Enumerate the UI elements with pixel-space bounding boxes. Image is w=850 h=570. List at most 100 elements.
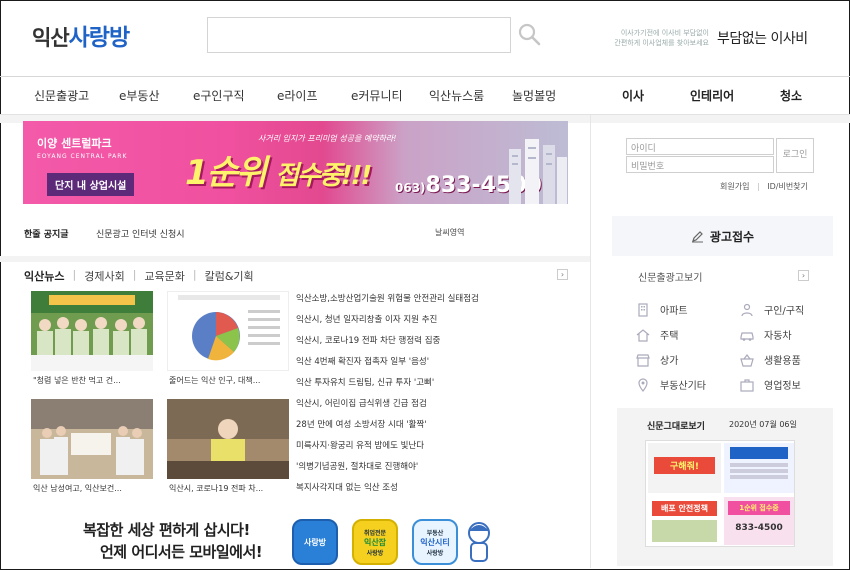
news-thumb-2-caption[interactable]: 줄어드는 익산 인구, 대책... bbox=[169, 375, 260, 386]
app2-main-label: 익산잡 bbox=[363, 537, 387, 547]
paper-block-b bbox=[724, 443, 794, 493]
nav-item-life[interactable]: e라이프 bbox=[277, 87, 318, 104]
headline-6[interactable]: 익산시, 어린이집 급식위생 긴급 점검 bbox=[296, 397, 427, 409]
population-chart-image bbox=[168, 292, 288, 370]
headline-4[interactable]: 익산 4번째 확진자 접촉자 일부 '음성' bbox=[296, 355, 429, 367]
news-thumb-3-caption[interactable]: 익산 남성여고, 익산보건... bbox=[33, 483, 122, 494]
briefcase-icon bbox=[740, 378, 754, 392]
headline-3[interactable]: 익산시, 코로나19 전파 차단 행정력 집중 bbox=[296, 334, 440, 346]
site-logo[interactable]: 익산 사랑방 bbox=[32, 18, 130, 51]
nav-item-interior[interactable]: 인테리어 bbox=[690, 87, 734, 104]
headline-10[interactable]: 복지사각지대 없는 익산 조성 bbox=[296, 481, 398, 493]
nav-item-newspaper-ads[interactable]: 신문출광고 bbox=[34, 87, 89, 104]
banner-brand-en: EOYANG CENTRAL PARK bbox=[37, 153, 128, 160]
nav-item-jobs[interactable]: e구인구직 bbox=[193, 87, 245, 104]
moving-ad-title: 부담없는 이사비 bbox=[717, 31, 808, 47]
category-car[interactable]: 자동차 bbox=[740, 327, 792, 342]
map-pin-icon bbox=[638, 377, 648, 392]
paper-block-c: 배포 안전정책 bbox=[648, 497, 721, 545]
moving-cost-ad[interactable]: 이사가기전에 이사비 부담없이 간편하게 이사업체를 찾아보세요 부담없는 이사… bbox=[613, 16, 833, 60]
school-photo-image bbox=[31, 399, 153, 479]
news-thumb-1[interactable] bbox=[31, 291, 153, 371]
headline-1[interactable]: 익산소방,소방산업기술원 위험물 안전관리 실태점검 bbox=[296, 292, 479, 304]
tab-education-culture[interactable]: 교육문화 bbox=[144, 268, 192, 284]
category-realestate-etc-label: 부동산기타 bbox=[660, 381, 706, 392]
chevron-right-icon: › bbox=[801, 271, 806, 280]
category-business[interactable]: 영업정보 bbox=[740, 377, 801, 392]
nav-item-newsroom[interactable]: 익산뉴스룸 bbox=[429, 87, 484, 104]
banner-slogan: 사거리 입지가 프리미엄 성공을 예약하라! bbox=[258, 134, 397, 143]
app-icon-sarangbang[interactable]: 사랑방 bbox=[292, 519, 338, 565]
nav-item-community[interactable]: e커뮤니티 bbox=[351, 87, 403, 104]
group-photo-image bbox=[31, 291, 153, 371]
category-apartment[interactable]: 아파트 bbox=[636, 302, 688, 317]
category-business-label: 영업정보 bbox=[764, 381, 801, 392]
password-field[interactable]: 비밀번호 bbox=[626, 156, 774, 173]
mascot-icon bbox=[468, 522, 490, 562]
join-link[interactable]: 회원가입 bbox=[720, 182, 749, 191]
car-icon bbox=[740, 331, 754, 341]
category-store[interactable]: 상가 bbox=[636, 352, 678, 367]
category-house[interactable]: 주택 bbox=[636, 327, 678, 342]
tab-economy-society[interactable]: 경제사회 bbox=[84, 268, 132, 284]
category-jobs[interactable]: 구인/구직 bbox=[740, 302, 804, 317]
nav-item-cleaning[interactable]: 청소 bbox=[780, 87, 802, 104]
ad-receive-button[interactable]: 광고접수 bbox=[612, 216, 833, 256]
nav-item-leisure[interactable]: 놀멍볼멍 bbox=[512, 87, 556, 104]
newspaper-date: 2020년 07월 06일 bbox=[729, 420, 797, 429]
notice-label: 한줄 공지글 bbox=[24, 230, 69, 240]
app3-top-label: 부동산 bbox=[426, 529, 444, 537]
nav-item-real-estate[interactable]: e부동산 bbox=[119, 87, 160, 104]
main-banner-ad[interactable]: 이양 센트럴파크 EOYANG CENTRAL PARK 단지 내 상업시설 사… bbox=[23, 121, 568, 204]
category-apartment-label: 아파트 bbox=[660, 306, 688, 317]
app-icon-iksanjob[interactable]: 취업전문 익산잡 사랑방 bbox=[352, 519, 398, 565]
app3-sub-label: 사랑방 bbox=[426, 549, 444, 557]
search-icon bbox=[518, 23, 541, 46]
headline-2[interactable]: 익산시, 청년 일자리창출 이자 지원 추진 bbox=[296, 313, 437, 325]
news-more-button[interactable]: › bbox=[557, 269, 568, 280]
paper-block-d: 1순위 접수중 833-4500 bbox=[724, 497, 794, 545]
find-account-link[interactable]: ID/비번찾기 bbox=[767, 182, 808, 191]
user-id-field[interactable]: 아이디 bbox=[626, 138, 774, 155]
search-button[interactable] bbox=[515, 20, 543, 48]
headline-8[interactable]: 미륵사지·왕궁리 유적 밤에도 빛난다 bbox=[296, 439, 424, 451]
main-nav: 신문출광고 e부동산 e구인구직 e라이프 e커뮤니티 익산뉴스룸 놀멍볼멍 이… bbox=[0, 77, 850, 113]
person-icon bbox=[741, 303, 753, 316]
headline-7[interactable]: 28년 만에 여성 소방서장 시대 '활짝' bbox=[296, 418, 427, 430]
classified-title[interactable]: 신문출광고보기 bbox=[638, 269, 702, 284]
news-thumb-3[interactable] bbox=[31, 399, 153, 479]
news-thumb-4[interactable] bbox=[167, 399, 289, 479]
building-icon bbox=[638, 302, 648, 317]
news-thumb-4-caption[interactable]: 익산시, 코로나19 전파 차... bbox=[169, 483, 263, 494]
banner-phone-area: 063) bbox=[395, 181, 426, 195]
nav-item-moving[interactable]: 이사 bbox=[622, 87, 644, 104]
moving-ad-subtext: 이사가기전에 이사비 부담없이 간편하게 이사업체를 찾아보세요 bbox=[614, 29, 709, 47]
notice-text[interactable]: 신문광고 인터넷 신청시 bbox=[96, 227, 185, 240]
pencil-icon bbox=[691, 230, 703, 242]
app-icon-iksancity[interactable]: 부동산 익산시티 사랑방 bbox=[412, 519, 458, 565]
mobile-promo-line2: 언제 어디서든 모바일에서! bbox=[100, 543, 263, 561]
category-realestate-etc[interactable]: 부동산기타 bbox=[636, 377, 706, 392]
tab-column-feature[interactable]: 칼럼&기획 bbox=[205, 268, 262, 284]
logo-text-part1: 익산 bbox=[32, 26, 70, 50]
login-button[interactable]: 로그인 bbox=[776, 138, 814, 173]
password-placeholder: 비밀번호 bbox=[631, 162, 665, 172]
category-car-label: 자동차 bbox=[764, 331, 792, 342]
headline-9[interactable]: '의병기념공원, 절차대로 진행해야' bbox=[296, 460, 418, 472]
category-household[interactable]: 생활용품 bbox=[740, 352, 801, 367]
newspaper-thumbnail[interactable]: 구해줘! 배포 안전정책 1순위 접수중 833-4500 bbox=[645, 440, 795, 547]
news-thumb-2[interactable] bbox=[167, 291, 289, 371]
classified-more-button[interactable]: › bbox=[798, 270, 809, 281]
buildings-illustration bbox=[509, 139, 567, 204]
app1-label: 사랑방 bbox=[303, 537, 327, 547]
column-separator bbox=[590, 115, 591, 568]
banner-headline-a: 1순위 bbox=[185, 153, 267, 193]
search-input[interactable] bbox=[207, 17, 511, 53]
tab-iksan-news[interactable]: 익산뉴스 bbox=[24, 268, 72, 284]
paper-promo3: 1순위 접수중 bbox=[728, 501, 790, 515]
headline-5[interactable]: 익산 투자유치 드림팀, 신규 투자 '고삐' bbox=[296, 376, 434, 388]
briefing-photo-image bbox=[167, 399, 289, 479]
paper-block-a: 구해줘! bbox=[648, 443, 721, 493]
news-tabs: 익산뉴스 | 경제사회 | 교육문화 | 칼럼&기획 bbox=[24, 268, 262, 284]
news-thumb-1-caption[interactable]: "청렴 넣은 반찬 먹고 건... bbox=[33, 375, 121, 386]
